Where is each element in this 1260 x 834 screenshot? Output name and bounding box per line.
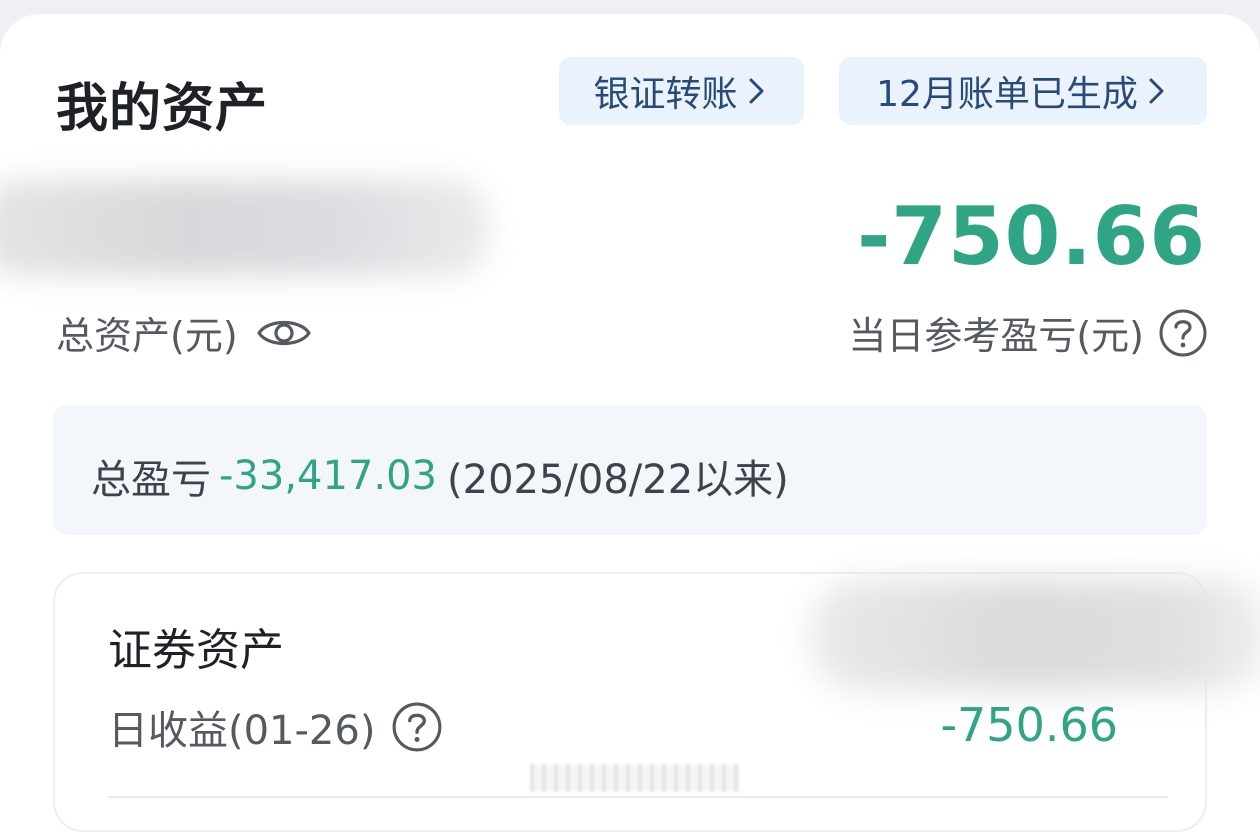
bank-transfer-label: 银证转账 xyxy=(593,74,738,115)
chevron-right-icon xyxy=(1149,78,1164,104)
securities-value-redacted xyxy=(810,580,1260,690)
daily-pnl-value: -750.66 xyxy=(857,190,1206,283)
total-pnl-row: 总盈亏 -33,417.03 (2025/08/22以来) xyxy=(91,447,789,505)
total-pnl-since: (2025/08/22以来) xyxy=(447,457,789,503)
watermark xyxy=(530,764,740,792)
question-circle-icon[interactable] xyxy=(1158,308,1208,358)
total-pnl-banner[interactable]: 总盈亏 -33,417.03 (2025/08/22以来) xyxy=(53,405,1207,535)
total-assets-label: 总资产(元) xyxy=(56,314,238,358)
question-circle-icon[interactable] xyxy=(391,701,443,753)
securities-daily-row: 日收益(01-26) xyxy=(108,698,443,756)
bank-transfer-button[interactable]: 银证转账 xyxy=(559,57,804,125)
securities-daily-label: 日收益(01-26) xyxy=(108,708,376,754)
chevron-right-icon xyxy=(749,78,763,104)
total-assets-label-row: 总资产(元) xyxy=(56,305,312,360)
total-assets-value-redacted xyxy=(0,180,490,276)
daily-pnl-label: 当日参考盈亏(元) xyxy=(848,314,1144,358)
securities-daily-value: -750.66 xyxy=(940,698,1118,752)
eye-icon[interactable] xyxy=(256,313,312,353)
page-title: 我的资产 xyxy=(56,79,269,139)
daily-pnl-label-row: 当日参考盈亏(元) xyxy=(848,305,1208,360)
total-pnl-value: -33,417.03 xyxy=(219,453,438,499)
monthly-bill-button[interactable]: 12月账单已生成 xyxy=(839,57,1207,125)
divider xyxy=(108,796,1168,798)
monthly-bill-label: 12月账单已生成 xyxy=(876,74,1138,115)
securities-title: 证券资产 xyxy=(108,625,284,676)
total-pnl-label: 总盈亏 xyxy=(91,457,211,503)
